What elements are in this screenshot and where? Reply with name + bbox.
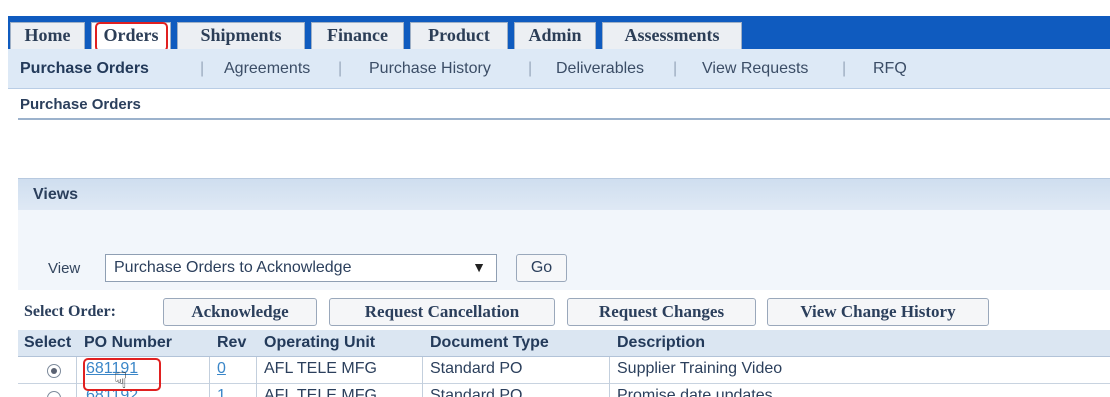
column-divider [422, 357, 423, 397]
main-tab-bar: Home Orders Shipments Finance Product Ad… [8, 16, 1110, 49]
subnav-separator: | [842, 60, 847, 77]
revision-link[interactable]: 1 [217, 387, 226, 397]
subnav-rfq[interactable]: RFQ [873, 60, 907, 78]
column-divider [76, 357, 77, 397]
subnav-agreements[interactable]: Agreements [224, 60, 310, 78]
column-header-operating-unit: Operating Unit [264, 334, 376, 351]
table-row [18, 384, 1110, 397]
operating-unit-cell: AFL TELE MFG [264, 360, 377, 377]
views-section-header: Views [18, 178, 1110, 210]
row-select-radio[interactable] [47, 364, 61, 378]
tab-admin[interactable]: Admin [514, 22, 596, 49]
column-header-po-number: PO Number [84, 334, 173, 351]
document-type-cell: Standard PO [430, 387, 523, 397]
tab-product[interactable]: Product [410, 22, 508, 49]
subnav-purchase-history[interactable]: Purchase History [369, 60, 491, 78]
document-type-cell: Standard PO [430, 360, 523, 377]
views-header-label: Views [33, 186, 79, 203]
operating-unit-cell: AFL TELE MFG [264, 387, 377, 397]
subnav-view-requests[interactable]: View Requests [702, 60, 808, 78]
column-header-document-type: Document Type [430, 334, 549, 351]
column-divider [609, 357, 610, 397]
view-label: View [48, 260, 81, 277]
tab-home[interactable]: Home [10, 22, 85, 49]
description-cell: Supplier Training Video [617, 360, 783, 377]
revision-link[interactable]: 0 [217, 360, 226, 378]
page-title: Purchase Orders [20, 96, 141, 113]
subnav-separator: | [338, 60, 343, 77]
tab-finance[interactable]: Finance [311, 22, 404, 49]
view-select-value: Purchase Orders to Acknowledge [114, 259, 352, 276]
select-order-label: Select Order: [24, 303, 116, 320]
column-header-description: Description [617, 334, 706, 351]
column-header-select: Select [24, 334, 72, 351]
orders-tab-highlight [95, 22, 168, 52]
acknowledge-button[interactable]: Acknowledge [163, 298, 317, 326]
request-changes-button[interactable]: Request Changes [567, 298, 756, 326]
table-row [18, 357, 1110, 384]
request-cancellation-button[interactable]: Request Cancellation [329, 298, 555, 326]
chevron-down-icon: ▼ [472, 259, 486, 275]
subnav-separator: | [528, 60, 533, 77]
subnav-deliverables[interactable]: Deliverables [556, 60, 644, 78]
tab-shipments[interactable]: Shipments [177, 22, 305, 49]
title-divider [18, 118, 1110, 120]
column-divider [209, 357, 210, 397]
column-header-rev: Rev [217, 334, 247, 351]
table-header [18, 330, 1110, 357]
column-divider [256, 357, 257, 397]
go-button[interactable]: Go [516, 254, 567, 282]
subnav-separator: | [200, 60, 205, 77]
view-change-history-button[interactable]: View Change History [767, 298, 989, 326]
hand-pointer-icon: ☟ [114, 368, 128, 393]
description-cell: Promise date updates [617, 387, 773, 397]
view-select[interactable]: Purchase Orders to Acknowledge ▼ [105, 254, 497, 282]
subnav-separator: | [673, 60, 678, 77]
sub-navigation: Purchase Orders | Agreements | Purchase … [8, 49, 1110, 89]
tab-assessments[interactable]: Assessments [602, 22, 742, 49]
subnav-purchase-orders[interactable]: Purchase Orders [20, 60, 149, 78]
